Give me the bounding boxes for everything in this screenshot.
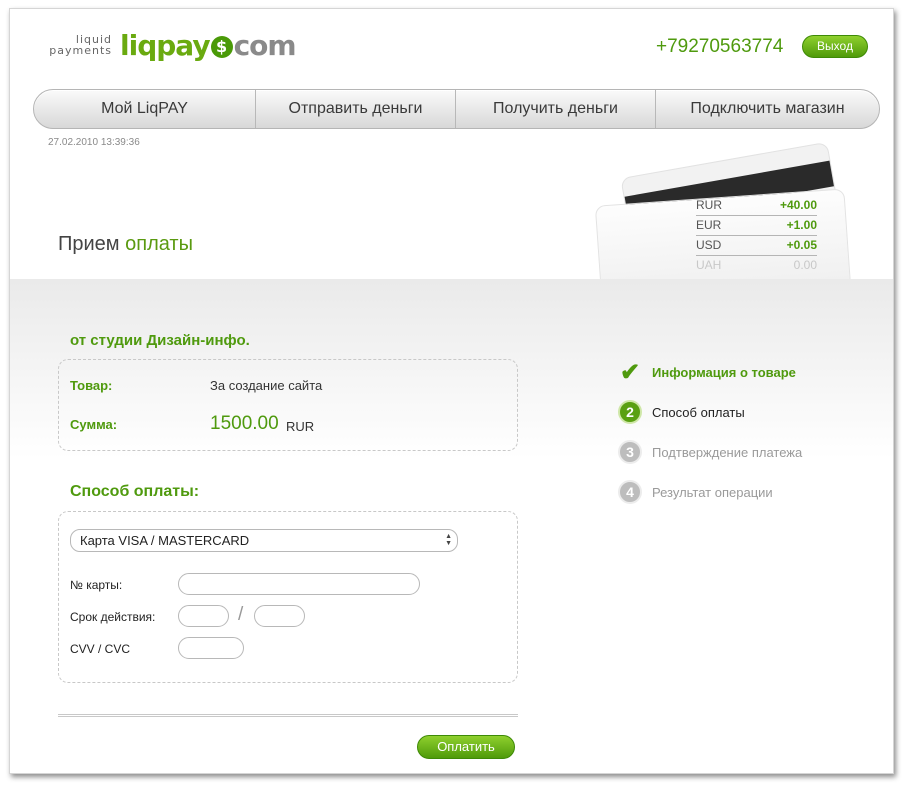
- step-label: Информация о товаре: [652, 364, 796, 380]
- logo-tagline-line2: payments: [49, 44, 112, 57]
- page-title-part2: оплаты: [125, 233, 193, 255]
- product-label: Товар:: [70, 378, 113, 393]
- nav-item-receive-money[interactable]: Получить деньги: [456, 90, 656, 128]
- balance-amount: +1.00: [786, 218, 817, 232]
- nav-item-connect-store[interactable]: Подключить магазин: [656, 90, 879, 128]
- form-divider: [58, 714, 518, 717]
- product-value: За создание сайта: [210, 378, 323, 393]
- balance-currency: USD: [696, 238, 722, 252]
- step-label: Результат операции: [652, 484, 773, 500]
- pay-button[interactable]: Оплатить: [417, 735, 515, 759]
- select-arrows-icon: ▲ ▼: [445, 533, 452, 547]
- payment-method-title: Способ оплаты:: [70, 483, 200, 500]
- step-operation-result: 4 Результат операции: [618, 479, 773, 505]
- current-datetime: 27.02.2010 13:39:36: [48, 137, 140, 148]
- balance-currency: EUR: [696, 218, 722, 232]
- payment-method-selected: Карта VISA / MASTERCARD: [80, 533, 250, 548]
- checkmark-icon: ✔: [619, 358, 641, 386]
- logo-wordmark-liqpay: liqpay: [120, 29, 211, 62]
- logo-wordmark: liqpay $ com: [120, 29, 297, 62]
- step-number-3-icon: 3: [618, 440, 642, 464]
- balance-row: RUR +40.00: [696, 196, 817, 216]
- page-title-part1: Прием: [58, 233, 126, 255]
- payment-method-select[interactable]: Карта VISA / MASTERCARD ▲ ▼: [70, 529, 458, 552]
- card-number-input[interactable]: [178, 573, 420, 595]
- balance-row: EUR +1.00: [696, 216, 817, 236]
- expiry-label: Срок действия:: [70, 610, 156, 624]
- step-payment-method: 2 Способ оплаты: [618, 399, 745, 425]
- balance-row: USD +0.05: [696, 236, 817, 256]
- user-phone: +79270563774: [656, 36, 784, 57]
- card-number-label: № карты:: [70, 578, 123, 592]
- step-number-2-icon: 2: [618, 400, 642, 424]
- order-info-box: [58, 359, 518, 451]
- page-title: Прием оплаты: [58, 233, 193, 256]
- browser-page-frame: liquid payments liqpay $ com +79270563774 …: [9, 8, 894, 774]
- step-label: Подтверждение платежа: [652, 444, 803, 460]
- balance-currency: RUR: [696, 198, 722, 212]
- sum-value: 1500.00: [210, 413, 279, 434]
- step-payment-confirmation: 3 Подтверждение платежа: [618, 439, 802, 465]
- nav-item-my-liqpay[interactable]: Мой LiqPAY: [34, 90, 256, 128]
- sum-label: Сумма:: [70, 417, 118, 432]
- expiry-year-input[interactable]: [254, 605, 305, 627]
- step-number-4-icon: 4: [618, 480, 642, 504]
- cvv-input[interactable]: [178, 637, 244, 659]
- dollar-coin-icon: $: [210, 36, 233, 58]
- step-product-info: ✔ Информация о товаре: [618, 358, 796, 386]
- merchant-title: от студии Дизайн-инфо.: [70, 332, 250, 349]
- expiry-month-input[interactable]: [178, 605, 229, 627]
- step-label: Способ оплаты: [652, 404, 745, 420]
- main-nav: Мой LiqPAY Отправить деньги Получить ден…: [33, 89, 880, 129]
- logout-button[interactable]: Выход: [802, 35, 868, 58]
- balance-table: RUR +40.00 EUR +1.00 USD +0.05 UAH 0.00: [696, 196, 817, 276]
- logo-wordmark-com: com: [233, 29, 297, 62]
- expiry-separator: /: [238, 604, 244, 625]
- sum-currency: RUR: [286, 419, 315, 434]
- balance-row: UAH 0.00: [696, 256, 817, 276]
- balance-amount: 0.00: [793, 258, 817, 272]
- balance-amount: +0.05: [786, 238, 817, 252]
- cvv-label: CVV / CVC: [70, 642, 131, 656]
- logo-tagline: liquid payments: [48, 34, 112, 56]
- balance-currency: UAH: [696, 258, 722, 272]
- balance-amount: +40.00: [779, 198, 817, 212]
- nav-item-send-money[interactable]: Отправить деньги: [256, 90, 456, 128]
